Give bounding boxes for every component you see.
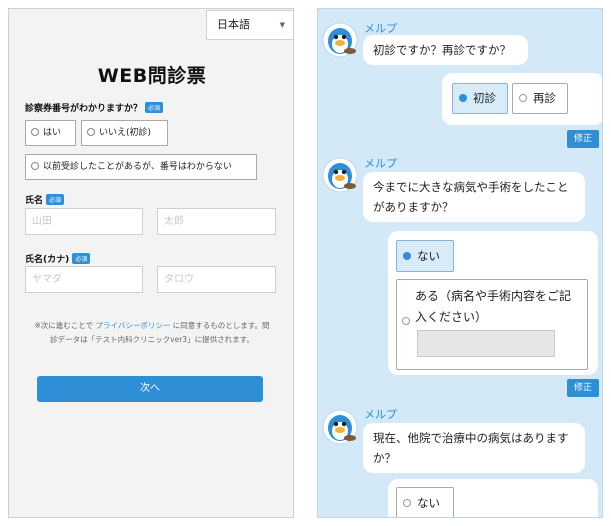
next-button[interactable]: 次へ — [37, 376, 263, 402]
bot-avatar-icon — [322, 22, 358, 58]
language-value: 日本語 — [217, 18, 250, 31]
edit-button-2[interactable]: 修正 — [567, 379, 600, 397]
language-select[interactable]: 日本語 ▼ — [206, 10, 294, 40]
card-number-question-label: 診察券番号がわかりますか？ — [25, 104, 143, 114]
chevron-down-icon: ▼ — [279, 21, 285, 29]
option-return-visit-label: 再診 — [533, 91, 556, 105]
radio-icon — [31, 162, 39, 170]
option-none-2[interactable]: ない — [396, 240, 454, 272]
radio-selected-icon — [403, 252, 411, 260]
option-no-label: いいえ(初診) — [99, 128, 152, 138]
option-no-first-visit[interactable]: いいえ(初診) — [81, 120, 168, 146]
first-name-kana-input[interactable]: タロウ — [157, 266, 276, 293]
option-yes-label: はい — [43, 128, 62, 138]
radio-icon — [519, 94, 527, 102]
name-label-text: 氏名 — [25, 196, 44, 206]
option-none-3[interactable]: ない — [396, 487, 454, 517]
bot-name: メルプ — [364, 408, 397, 421]
option-visited-label: 以前受診したことがあるが、番号はわからない — [43, 162, 232, 172]
kana-name-label-text: 氏名(カナ) — [25, 255, 70, 265]
option-return-visit[interactable]: 再診 — [512, 83, 568, 114]
page-title: WEB問診票 — [97, 65, 207, 87]
required-badge: 必須 — [145, 102, 164, 113]
kana-name-label: 氏名(カナ) 必須 — [25, 252, 91, 265]
bot-avatar-icon — [322, 157, 358, 193]
illness-detail-input[interactable] — [417, 330, 555, 357]
bot-question-3: 現在、他院で治療中の病気はありますか？ — [363, 423, 585, 473]
required-badge: 必須 — [72, 253, 91, 264]
option-yes[interactable]: はい — [25, 120, 76, 146]
consent-note-prefix: ※次に進むことで — [34, 321, 96, 330]
first-name-input[interactable]: 太郎 — [157, 208, 276, 235]
bot-question-1: 初診ですか？再診ですか？ — [363, 35, 528, 65]
card-number-question: 診察券番号がわかりますか？ 必須 — [25, 101, 164, 114]
bot-name: メルプ — [364, 157, 397, 170]
radio-selected-icon — [459, 94, 467, 102]
radio-icon — [87, 128, 95, 136]
option-none-3-label: ない — [417, 496, 440, 510]
consent-note: ※次に進むことで プライバシーポリシー に同意するものとします。問診データは「テ… — [31, 319, 273, 347]
radio-icon — [403, 499, 411, 507]
chat-panel: メルプ 初診ですか？再診ですか？ 初診 再診 修正 メルプ 今までに大きな病気や… — [317, 8, 603, 518]
required-badge: 必須 — [46, 194, 65, 205]
option-first-visit[interactable]: 初診 — [452, 83, 508, 114]
option-has-illness-label: ある（病名や手術内容をご記入ください） — [415, 289, 572, 324]
bot-question-2: 今までに大きな病気や手術をしたことがありますか？ — [363, 172, 585, 222]
radio-icon — [402, 317, 410, 325]
privacy-policy-link[interactable]: プライバシーポリシー — [95, 321, 170, 330]
bot-avatar-icon — [322, 409, 358, 445]
last-name-kana-input[interactable]: ヤマダ — [25, 266, 143, 293]
web-questionnaire-panel: 日本語 ▼ WEB問診票 診察券番号がわかりますか？ 必須 はい いいえ(初診) … — [8, 8, 294, 518]
last-name-input[interactable]: 山田 — [25, 208, 143, 235]
radio-icon — [31, 128, 39, 136]
option-first-visit-label: 初診 — [473, 91, 496, 105]
option-visited-no-number[interactable]: 以前受診したことがあるが、番号はわからない — [25, 154, 257, 180]
option-none-2-label: ない — [417, 249, 440, 263]
edit-button-1[interactable]: 修正 — [567, 130, 600, 148]
name-label: 氏名 必須 — [25, 193, 65, 206]
bot-name: メルプ — [364, 22, 397, 35]
